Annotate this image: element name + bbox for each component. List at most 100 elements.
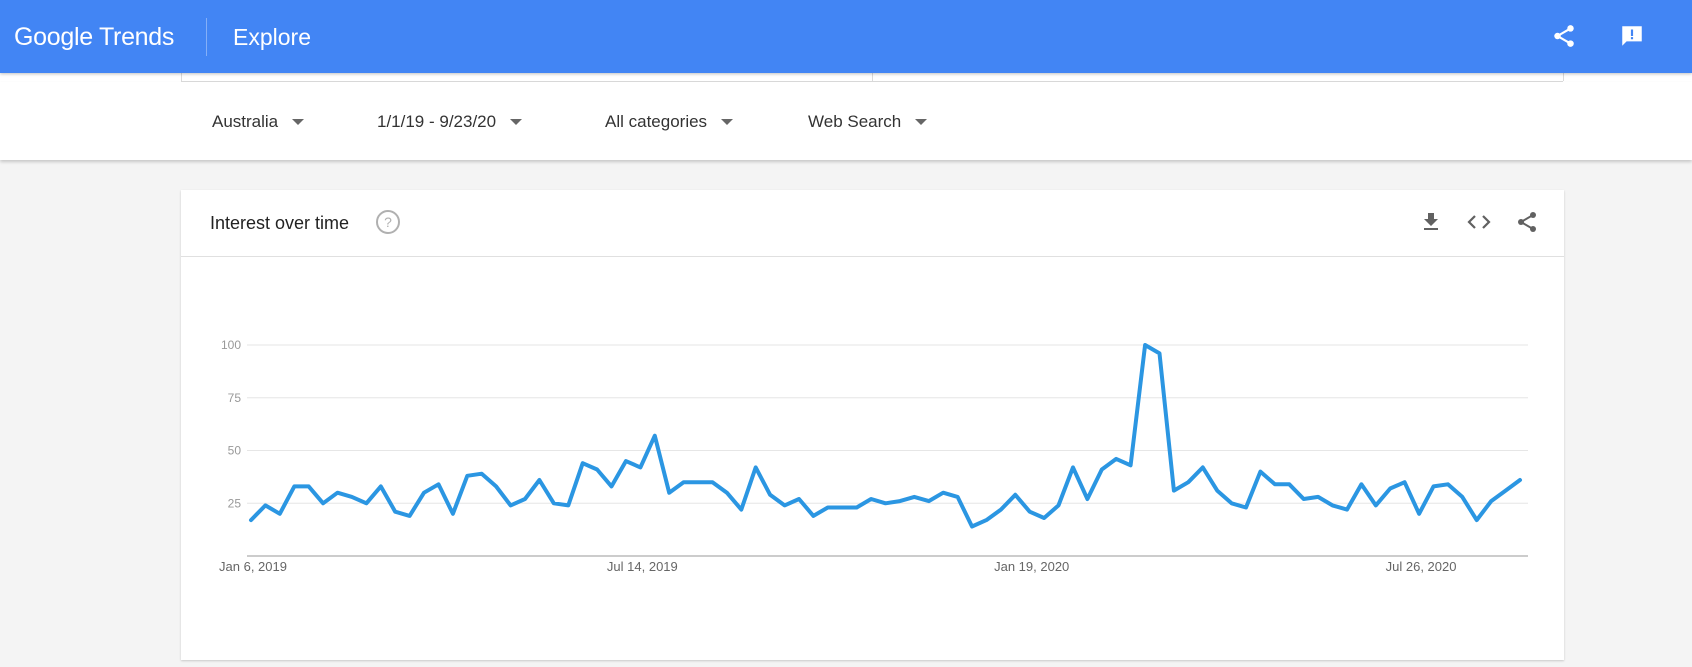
help-icon[interactable]: ? bbox=[375, 209, 401, 235]
data-point bbox=[768, 493, 772, 497]
data-point bbox=[725, 491, 729, 495]
search-type-filter-label: Web Search bbox=[808, 112, 902, 131]
data-point bbox=[1143, 343, 1147, 347]
term-separator bbox=[181, 73, 182, 81]
x-tick-label: Jan 19, 2020 bbox=[994, 559, 1069, 574]
chevron-down-icon bbox=[292, 119, 305, 125]
data-point bbox=[436, 482, 440, 486]
data-point bbox=[581, 461, 585, 465]
x-tick-label: Jul 14, 2019 bbox=[607, 559, 678, 574]
term-separator bbox=[1563, 73, 1564, 81]
data-point bbox=[1388, 486, 1392, 490]
category-filter[interactable]: All categories bbox=[605, 109, 734, 135]
data-point bbox=[465, 474, 469, 478]
y-tick-label: 25 bbox=[228, 496, 242, 510]
share-icon bbox=[1554, 25, 1574, 47]
data-point bbox=[379, 484, 383, 488]
data-point bbox=[1071, 465, 1075, 469]
data-point bbox=[263, 503, 267, 507]
data-point bbox=[509, 503, 513, 507]
data-point bbox=[566, 503, 570, 507]
data-point bbox=[1028, 510, 1032, 514]
feedback-icon bbox=[1622, 26, 1642, 46]
data-point bbox=[595, 467, 599, 471]
google-trends-logo[interactable]: Google Trends bbox=[14, 19, 174, 55]
data-point bbox=[408, 514, 412, 518]
data-point bbox=[422, 491, 426, 495]
data-point bbox=[667, 491, 671, 495]
data-point bbox=[1475, 518, 1479, 522]
data-point bbox=[1201, 465, 1205, 469]
download-button[interactable] bbox=[1416, 207, 1446, 237]
data-point bbox=[1215, 489, 1219, 493]
data-point bbox=[984, 518, 988, 522]
embed-button[interactable] bbox=[1464, 207, 1494, 237]
data-point bbox=[1359, 482, 1363, 486]
data-point bbox=[1403, 480, 1407, 484]
svg-text:?: ? bbox=[384, 214, 392, 230]
data-point bbox=[1172, 489, 1176, 493]
data-point bbox=[1273, 482, 1277, 486]
data-point bbox=[292, 484, 296, 488]
interest-chart-svg: 25 50 75 100 Jan 6, 2019 Jul 14, 2019 Jan 19, … bbox=[219, 338, 1528, 574]
series-line bbox=[249, 343, 1522, 529]
data-point bbox=[1374, 503, 1378, 507]
embed-icon bbox=[1467, 215, 1491, 229]
date-range-filter-label: 1/1/19 - 9/23/20 bbox=[377, 112, 497, 131]
data-point bbox=[1085, 497, 1089, 501]
data-point bbox=[1129, 463, 1133, 467]
data-point bbox=[1518, 478, 1522, 482]
y-tick-label: 50 bbox=[228, 444, 242, 458]
data-point bbox=[970, 524, 974, 528]
card-title: Interest over time bbox=[210, 213, 350, 233]
x-tick-label: Jan 6, 2019 bbox=[219, 559, 287, 574]
data-point bbox=[1057, 503, 1061, 507]
data-point bbox=[1460, 495, 1464, 499]
share-button[interactable] bbox=[1546, 18, 1582, 54]
chevron-down-icon bbox=[915, 119, 928, 125]
data-point bbox=[682, 480, 686, 484]
data-point bbox=[451, 512, 455, 516]
data-point bbox=[1431, 484, 1435, 488]
feedback-button[interactable] bbox=[1614, 18, 1650, 54]
data-point bbox=[624, 459, 628, 463]
data-point bbox=[336, 491, 340, 495]
data-point bbox=[1287, 482, 1291, 486]
data-point bbox=[1446, 482, 1450, 486]
data-point bbox=[912, 495, 916, 499]
data-point bbox=[1331, 503, 1335, 507]
card-share-button[interactable] bbox=[1512, 207, 1542, 237]
region-filter-label: Australia bbox=[212, 112, 279, 131]
y-tick-label: 100 bbox=[221, 338, 241, 352]
data-point bbox=[1244, 505, 1248, 509]
data-point bbox=[941, 491, 945, 495]
date-range-filter[interactable]: 1/1/19 - 9/23/20 bbox=[377, 109, 523, 135]
data-point bbox=[956, 495, 960, 499]
data-point bbox=[1042, 516, 1046, 520]
data-point bbox=[638, 465, 642, 469]
data-point bbox=[307, 484, 311, 488]
share-icon bbox=[1518, 212, 1536, 232]
data-point bbox=[1230, 501, 1234, 505]
region-filter[interactable]: Australia bbox=[212, 109, 305, 135]
data-point bbox=[797, 497, 801, 501]
x-tick-label: Jul 26, 2020 bbox=[1386, 559, 1457, 574]
data-point bbox=[364, 501, 368, 505]
card-header: Interest over time ? bbox=[181, 190, 1564, 257]
data-point bbox=[1258, 470, 1262, 474]
download-icon bbox=[1424, 213, 1438, 230]
interest-chart[interactable]: 25 50 75 100 Jan 6, 2019 Jul 14, 2019 Jan 19, … bbox=[181, 258, 1564, 660]
data-point bbox=[1114, 457, 1118, 461]
data-point bbox=[1157, 351, 1161, 355]
data-point bbox=[826, 505, 830, 509]
data-point bbox=[494, 484, 498, 488]
chevron-down-icon bbox=[510, 119, 523, 125]
data-point bbox=[610, 484, 614, 488]
data-point bbox=[393, 510, 397, 514]
app-bar-divider bbox=[206, 18, 207, 56]
data-point bbox=[884, 501, 888, 505]
data-point bbox=[840, 505, 844, 509]
data-point bbox=[739, 508, 743, 512]
search-type-filter[interactable]: Web Search bbox=[808, 109, 928, 135]
filters-bar: Australia 1/1/19 - 9/23/20 All categorie… bbox=[0, 82, 1692, 160]
